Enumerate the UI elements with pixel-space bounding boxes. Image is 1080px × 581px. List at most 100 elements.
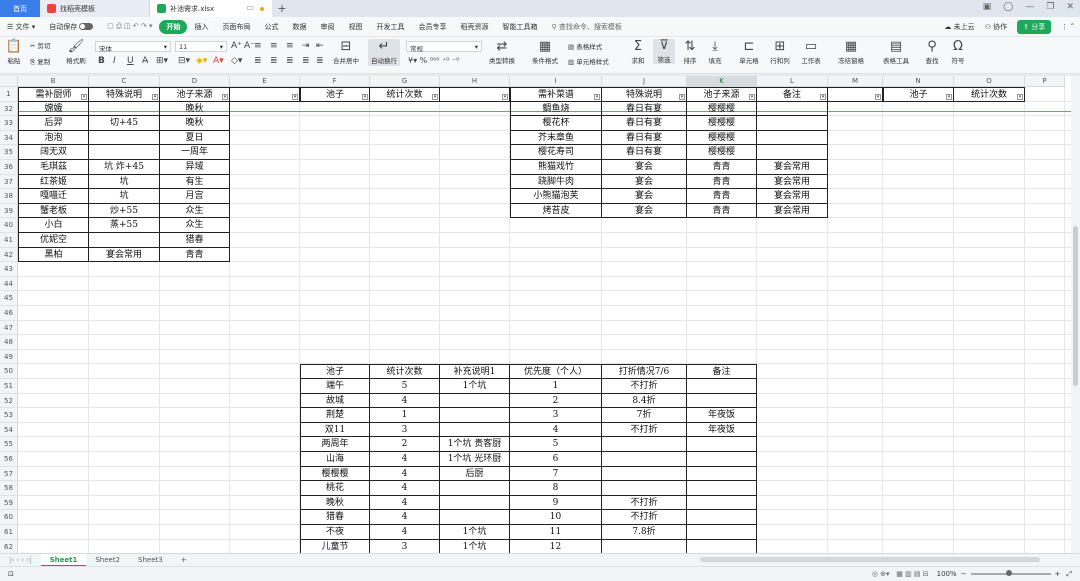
menu-start[interactable]: 开始 [159,19,188,34]
cell-button[interactable]: ⊏ 单元格 [736,40,762,66]
column-header-C[interactable]: C [89,76,160,87]
border-icon[interactable]: ⊞▾ [156,56,168,66]
command-search[interactable]: ⚲ 查找命令、搜索模板 [544,22,628,32]
filter-dropdown-icon[interactable]: ▾ [502,93,508,100]
eraser-icon[interactable]: ◇▾ [231,56,242,66]
cell-style-button[interactable]: ▥ 单元格样式 [568,56,609,66]
symbol-button[interactable]: Ω 符号 [948,40,968,66]
filter-dropdown-icon[interactable]: ▾ [81,93,87,100]
tab-workbook[interactable]: 补池需求.xlsx ▭ [150,0,272,17]
merge-button[interactable]: ⊟ 合并居中 [330,40,362,66]
align-bottom-icon[interactable]: ≡ [286,41,294,51]
restore-icon[interactable]: ❐ [1046,2,1054,12]
sheet-nav-icons[interactable]: |‹ ‹ › ›| [0,556,41,564]
horizontal-scrollbar[interactable] [700,557,1040,562]
row-header-52[interactable]: 52 [0,393,18,409]
macro-icon[interactable]: ⊡ [8,570,14,578]
column-header-P[interactable]: P [1025,76,1065,87]
table-style-button[interactable]: ▤ 表格样式 [568,41,602,51]
paste-button[interactable]: 📋 粘贴 [5,40,23,66]
wrap-button[interactable]: ↵ 自动换行 [368,39,400,66]
number-format-select[interactable]: 常规 ▾ [406,41,482,53]
column-header-D[interactable]: D [160,76,230,87]
row-header-55[interactable]: 55 [0,437,18,452]
filter-dropdown-icon[interactable]: ▾ [222,93,228,100]
row-header-47[interactable]: 47 [0,320,18,336]
filter-dropdown-icon[interactable]: ▾ [432,93,438,100]
row-header-54[interactable]: 54 [0,422,18,438]
align-middle-icon[interactable]: ≡ [270,41,278,51]
column-header-F[interactable]: F [300,76,370,87]
underline-icon[interactable]: U [127,56,134,66]
toggle-icon[interactable] [79,23,94,30]
menu-layout[interactable]: 页面布局 [215,22,257,32]
filter-dropdown-icon[interactable]: ▾ [679,93,685,100]
menu-member[interactable]: 会员专享 [411,22,453,32]
align-center-icon[interactable]: ≣ [270,56,278,66]
filter-dropdown-icon[interactable]: ▾ [820,93,826,100]
column-header-B[interactable]: B [18,76,89,87]
fill-button[interactable]: ⤓ 填充 [705,40,725,66]
filter-dropdown-icon[interactable]: ▾ [594,93,600,100]
row-header-57[interactable]: 57 [0,466,18,482]
menu-docer[interactable]: 稻壳资源 [453,22,495,32]
tab-home[interactable]: 首页 [0,0,40,17]
row-header-50[interactable]: 50 [0,364,18,379]
row-header-48[interactable]: 48 [0,335,18,350]
row-header-36[interactable]: 36 [0,160,18,175]
filter-dropdown-icon[interactable]: ▾ [1017,93,1023,100]
menu-dev[interactable]: 开发工具 [369,22,411,32]
column-header-H[interactable]: H [440,76,510,87]
row-header-58[interactable]: 58 [0,481,18,496]
freeze-button[interactable]: ▦ 冻结窗格 [835,40,867,66]
collab-button[interactable]: ⚇ 协作 [985,22,1008,32]
row-header-35[interactable]: 35 [0,145,18,160]
filter-dropdown-icon[interactable]: ▾ [152,93,158,100]
view-icons[interactable]: ◎ ⊕▾ ▦ ▥ ▤ ⊟ [872,570,929,578]
row-header-40[interactable]: 40 [0,218,18,233]
sheet-tab-1[interactable]: Sheet1 [40,553,87,567]
outdent-icon[interactable]: ⇤ [316,41,324,51]
menu-insert[interactable]: 插入 [187,22,215,32]
find-button[interactable]: ⚲ 查找 [922,40,942,66]
menu-formula[interactable]: 公式 [257,22,285,32]
column-header-E[interactable]: E [230,76,300,87]
row-header-62[interactable]: 62 [0,539,18,553]
row-header-45[interactable]: 45 [0,291,18,306]
row-header-32[interactable]: 32 [0,101,18,117]
fullscreen-icon[interactable]: ⤢ [1066,570,1072,579]
column-header-M[interactable]: M [828,76,883,87]
menu-smart[interactable]: 智能工具箱 [495,22,544,32]
italic-icon[interactable]: I [113,56,116,66]
row-header-43[interactable]: 43 [0,262,18,277]
column-header-N[interactable]: N [883,76,954,87]
vertical-scrollbar[interactable] [1071,76,1080,553]
layout-icon[interactable]: ▣ [983,2,992,12]
font-size-select[interactable]: 11 ▾ [175,41,227,52]
filter-dropdown-icon[interactable]: ▾ [946,93,952,100]
justify-icon[interactable]: ≣ [302,56,310,66]
column-header-G[interactable]: G [370,76,440,87]
row-header-53[interactable]: 53 [0,408,18,423]
fill-color-icon[interactable]: ◈▾ [196,56,207,66]
filter-dropdown-icon[interactable]: ▾ [875,93,881,100]
type-convert-button[interactable]: ⇄ 类型转换 [487,40,517,66]
bold-icon[interactable]: B [98,56,105,66]
align-left-icon[interactable]: ≣ [254,56,262,66]
font-color-icon[interactable]: A▾ [213,56,224,66]
distribute-icon[interactable]: ≣ [316,56,324,66]
row-header-41[interactable]: 41 [0,233,18,248]
cloud-status[interactable]: ☁ 未上云 [944,22,974,32]
row-col-button[interactable]: ⊞ 行和列 [767,40,793,66]
conditional-format-button[interactable]: ▦ 条件格式 [530,40,560,66]
align-right-icon[interactable]: ≣ [286,56,294,66]
sort-button[interactable]: ⇅ 排序 [680,40,700,66]
add-sheet-button[interactable]: + [172,556,196,564]
new-tab-button[interactable]: + [272,2,292,15]
row-header-61[interactable]: 61 [0,525,18,540]
autosave-toggle[interactable]: 自动保存 [42,22,100,32]
cut-button[interactable]: ✂ 剪切 [30,40,51,50]
row-header-37[interactable]: 37 [0,174,18,190]
indent-icon[interactable]: ⇥ [302,41,310,51]
column-header-K[interactable]: K [687,76,757,87]
